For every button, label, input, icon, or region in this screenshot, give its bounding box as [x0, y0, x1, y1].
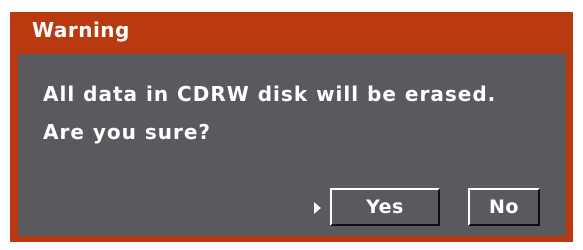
- message-line-1: All data in CDRW disk will be erased.: [43, 82, 497, 106]
- dialog-body: All data in CDRW disk will be erased. Ar…: [18, 54, 566, 236]
- warning-dialog: Warning All data in CDRW disk will be er…: [10, 12, 573, 242]
- dialog-title: Warning: [32, 18, 130, 42]
- yes-button[interactable]: Yes: [330, 188, 440, 226]
- right-triangle-icon: [314, 202, 321, 214]
- no-button[interactable]: No: [468, 188, 540, 226]
- message-line-2: Are you sure?: [43, 120, 212, 144]
